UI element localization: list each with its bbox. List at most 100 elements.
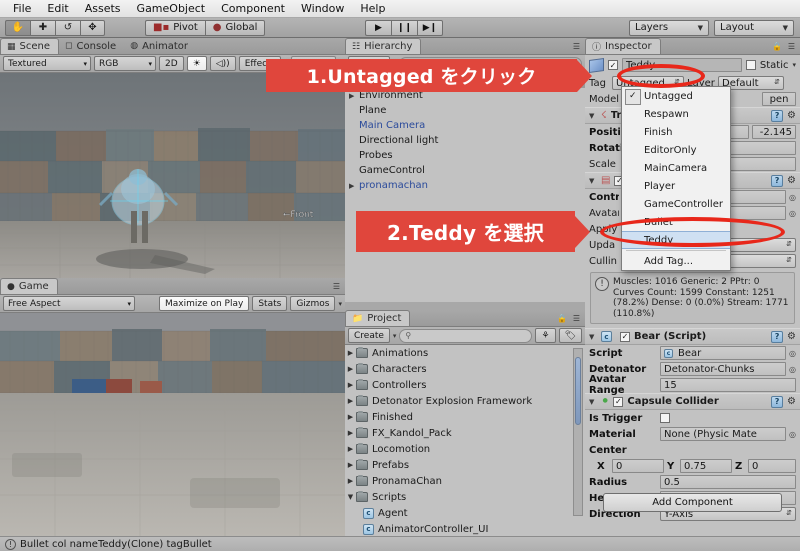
panel-menu-icon[interactable]: ☰ — [573, 314, 581, 323]
menu-item-edit[interactable]: Edit — [40, 1, 75, 16]
hierarchy-item-plane[interactable]: Plane — [345, 103, 585, 118]
chevron-right-icon[interactable]: ▶ — [345, 349, 356, 357]
pause-button[interactable]: ❙❙ — [391, 19, 417, 36]
position-x-value[interactable]: -2.145 — [752, 125, 796, 139]
bear-script-header[interactable]: ▼ c ✓ Bear (Script) ? ⚙ — [585, 328, 800, 345]
hierarchy-item-probes[interactable]: Probes — [345, 148, 585, 163]
project-item-animations[interactable]: ▶ Animations — [345, 345, 585, 361]
project-item-characters[interactable]: ▶ Characters — [345, 361, 585, 377]
scale-tool-icon[interactable]: ✥ — [80, 19, 105, 36]
rotate-tool-icon[interactable]: ↺ — [55, 19, 80, 36]
menu-item-file[interactable]: File — [6, 1, 38, 16]
stats-button[interactable]: Stats — [252, 296, 288, 311]
tab-animator[interactable]: ◍ Animator — [124, 38, 196, 54]
gear-icon[interactable]: ⚙ — [787, 175, 796, 186]
help-icon[interactable]: ? — [771, 174, 784, 187]
tab-console[interactable]: ◻ Console — [59, 38, 124, 54]
scene-audio-icon[interactable]: ◁)) — [209, 56, 236, 71]
tab-hierarchy[interactable]: ☷ Hierarchy — [345, 38, 422, 54]
color-mode-dropdown[interactable]: RGB ▾ — [94, 56, 156, 71]
aspect-dropdown[interactable]: Free Aspect ▾ — [3, 296, 135, 311]
panel-menu-icon[interactable]: ☰ — [573, 42, 581, 51]
gear-icon[interactable]: ⚙ — [787, 331, 796, 342]
center-x-input[interactable]: 0 — [612, 459, 664, 473]
detonator-object-field[interactable]: Detonator-Chunks — [660, 362, 787, 376]
menu-item-assets[interactable]: Assets — [78, 1, 128, 16]
toggle-2d-button[interactable]: 2D — [159, 56, 184, 71]
layers-dropdown[interactable]: Layers ▼ — [629, 19, 709, 36]
tag-dropdown-menu[interactable]: Untagged Respawn Finish EditorOnly MainC… — [621, 86, 731, 271]
help-icon[interactable]: ? — [771, 109, 784, 122]
chevron-right-icon[interactable]: ▶ — [345, 445, 356, 453]
tab-scene[interactable]: ▦ Scene — [0, 38, 60, 54]
gear-icon[interactable]: ⚙ — [787, 110, 796, 121]
capsule-collider-enabled-checkbox[interactable]: ✓ — [613, 396, 624, 407]
scene-lighting-icon[interactable]: ☀ — [186, 56, 207, 71]
hierarchy-item-gamecontrol[interactable]: GameControl — [345, 163, 585, 178]
project-item-detonator-explosion-framework[interactable]: ▶ Detonator Explosion Framework — [345, 393, 585, 409]
project-list[interactable]: ▶ Animations ▶ Characters ▶ Controllers … — [345, 345, 585, 536]
chevron-right-icon[interactable]: ▶ — [345, 461, 356, 469]
project-create-button[interactable]: Create — [348, 328, 390, 343]
tag-option-editoronly[interactable]: EditorOnly — [622, 141, 730, 159]
hierarchy-list[interactable]: ▶ Teddy ▶ Environment Plane Main Camera … — [345, 73, 585, 310]
project-item-agent[interactable]: c Agent — [345, 505, 585, 521]
tab-project[interactable]: 📁 Project — [345, 310, 411, 326]
chevron-down-icon[interactable]: ▾ — [792, 61, 796, 69]
tag-option-teddy[interactable]: Teddy — [622, 231, 730, 249]
tab-inspector[interactable]: ⓘ Inspector — [585, 38, 661, 54]
project-search-input[interactable]: ⚲ — [399, 328, 533, 343]
project-scrollbar[interactable] — [573, 348, 583, 516]
game-viewport[interactable] — [0, 313, 345, 536]
project-filter-label-icon[interactable]: 🏷 — [558, 328, 582, 343]
chevron-right-icon[interactable]: ▶ — [349, 182, 359, 190]
tag-option-maincamera[interactable]: MainCamera — [622, 159, 730, 177]
project-item-finished[interactable]: ▶ Finished — [345, 409, 585, 425]
panel-menu-icon[interactable]: ☰ — [333, 282, 341, 291]
chevron-right-icon[interactable]: ▶ — [345, 477, 356, 485]
project-filter-type-icon[interactable]: ⚘ — [535, 328, 556, 343]
chevron-right-icon[interactable]: ▶ — [345, 397, 356, 405]
help-icon[interactable]: ? — [771, 330, 784, 343]
center-y-input[interactable]: 0.75 — [680, 459, 732, 473]
menu-item-gameobject[interactable]: GameObject — [130, 1, 213, 16]
move-tool-icon[interactable]: ✚ — [30, 19, 55, 36]
avatar-range-input[interactable]: 15 — [660, 378, 796, 392]
maximize-on-play-button[interactable]: Maximize on Play — [158, 296, 250, 311]
gear-icon[interactable]: ⚙ — [787, 396, 796, 407]
hierarchy-item-pronamachan[interactable]: ▶ pronamachan — [345, 178, 585, 193]
is-trigger-checkbox[interactable] — [660, 413, 670, 423]
hierarchy-item-main-camera[interactable]: Main Camera — [345, 118, 585, 133]
layout-dropdown[interactable]: Layout ▼ — [714, 19, 794, 36]
object-picker-icon[interactable]: ◎ — [789, 365, 796, 374]
project-item-controllers[interactable]: ▶ Controllers — [345, 377, 585, 393]
menu-item-window[interactable]: Window — [294, 1, 351, 16]
lock-icon[interactable]: 🔒 — [557, 314, 567, 323]
play-button[interactable]: ▶ — [365, 19, 391, 36]
chevron-down-icon[interactable]: ▼ — [589, 398, 597, 406]
object-picker-icon[interactable]: ◎ — [789, 430, 796, 439]
object-picker-icon[interactable]: ◎ — [789, 209, 796, 218]
open-button[interactable]: pen — [762, 92, 796, 106]
chevron-right-icon[interactable]: ▶ — [345, 381, 356, 389]
chevron-down-icon[interactable]: ▼ — [589, 177, 597, 185]
pivot-button[interactable]: ■▪ Pivot — [145, 19, 205, 36]
tag-option-add-tag[interactable]: Add Tag... — [622, 252, 730, 270]
script-object-field[interactable]: c Bear — [660, 346, 787, 360]
lock-icon[interactable]: 🔒 — [772, 42, 782, 51]
chevron-down-icon[interactable]: ▼ — [589, 112, 597, 120]
menu-item-help[interactable]: Help — [353, 1, 392, 16]
panel-resize-handle[interactable] — [345, 302, 585, 310]
panel-menu-icon[interactable]: ☰ — [788, 42, 796, 51]
chevron-right-icon[interactable]: ▶ — [345, 365, 356, 373]
shading-mode-dropdown[interactable]: Textured ▾ — [3, 56, 91, 71]
chevron-right-icon[interactable]: ▶ — [345, 413, 356, 421]
project-item-animatorcontroller-ui[interactable]: c AnimatorController_UI — [345, 521, 585, 536]
bear-script-enabled-checkbox[interactable]: ✓ — [620, 331, 630, 342]
add-component-button[interactable]: Add Component — [603, 493, 782, 512]
radius-input[interactable]: 0.5 — [660, 475, 796, 489]
project-item-prefabs[interactable]: ▶ Prefabs — [345, 457, 585, 473]
tag-option-respawn[interactable]: Respawn — [622, 105, 730, 123]
project-scrollbar-thumb[interactable] — [575, 357, 581, 425]
hand-tool-icon[interactable]: ✋ — [5, 19, 30, 36]
